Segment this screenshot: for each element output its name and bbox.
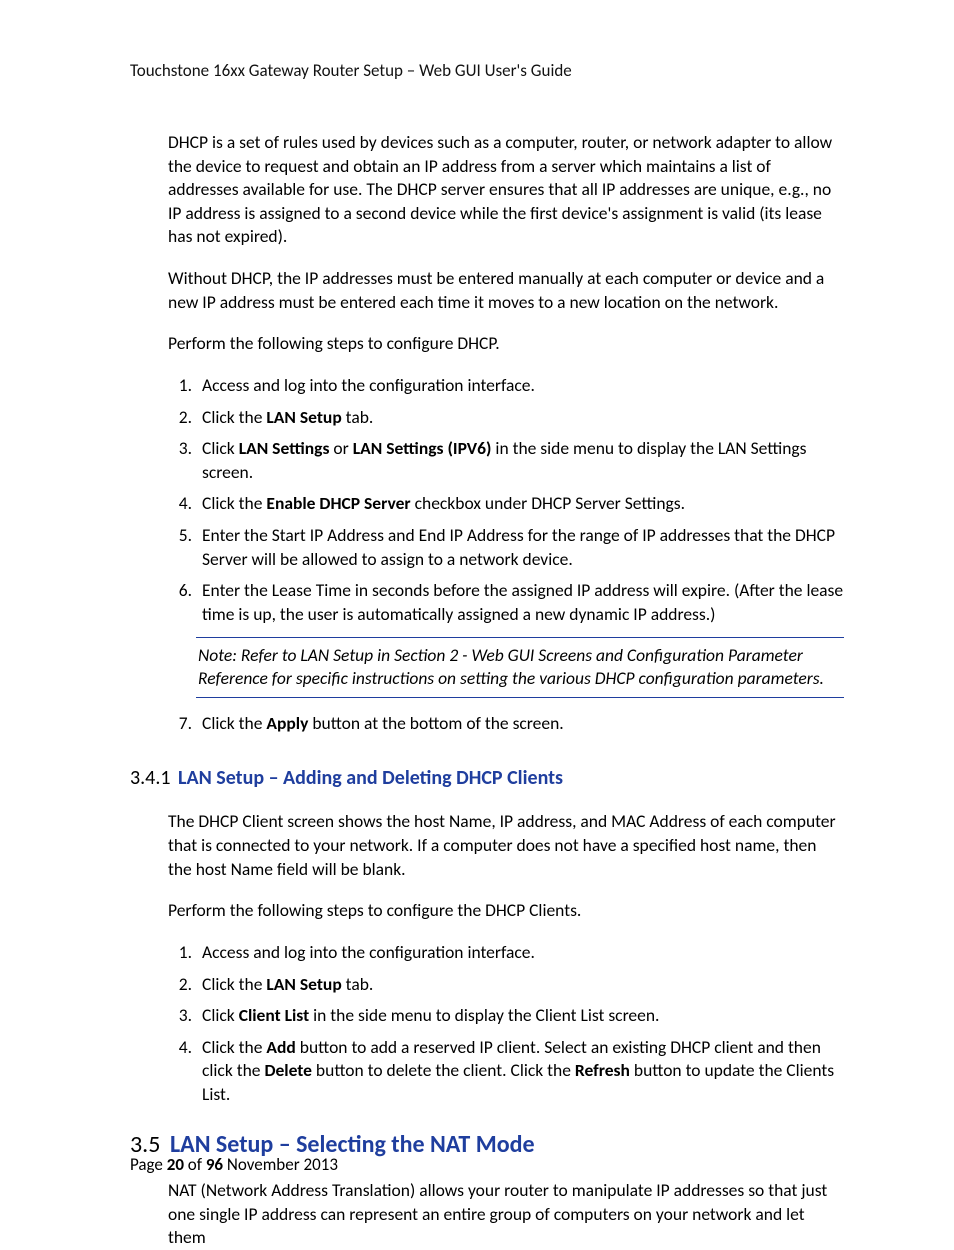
body-text: NAT (Network Address Translation) allows…: [168, 1179, 844, 1250]
list-item: Click Client List in the side menu to di…: [196, 1004, 844, 1028]
list-item: Access and log into the configuration in…: [196, 941, 844, 965]
running-header: Touchstone 16xx Gateway Router Setup – W…: [130, 60, 844, 83]
ordered-list: Click the Apply button at the bottom of …: [168, 712, 844, 736]
ordered-list: Access and log into the configuration in…: [168, 374, 844, 627]
ordered-list: Access and log into the configuration in…: [168, 941, 844, 1107]
list-item: Click LAN Settings or LAN Settings (IPV6…: [196, 437, 844, 484]
paragraph: DHCP is a set of rules used by devices s…: [168, 131, 844, 249]
list-item: Enter the Start IP Address and End IP Ad…: [196, 524, 844, 571]
page-footer: Page 20 of 96 November 2013: [130, 1154, 338, 1177]
body-text: The DHCP Client screen shows the host Na…: [168, 810, 844, 1106]
list-item: Click the Enable DHCP Server checkbox un…: [196, 492, 844, 516]
list-item: Click the LAN Setup tab.: [196, 406, 844, 430]
paragraph: Perform the following steps to configure…: [168, 899, 844, 923]
body-text: DHCP is a set of rules used by devices s…: [168, 131, 844, 736]
heading-3-4-1: 3.4.1LAN Setup – Adding and Deleting DHC…: [130, 765, 844, 792]
paragraph: Without DHCP, the IP addresses must be e…: [168, 267, 844, 314]
paragraph: The DHCP Client screen shows the host Na…: [168, 810, 844, 881]
paragraph: Perform the following steps to configure…: [168, 332, 844, 356]
note-box: Note: Refer to LAN Setup in Section 2 - …: [196, 637, 844, 698]
list-item: Access and log into the configuration in…: [196, 374, 844, 398]
section-number: 3.4.1: [130, 765, 178, 792]
list-item: Click the LAN Setup tab.: [196, 973, 844, 997]
document-page: Touchstone 16xx Gateway Router Setup – W…: [0, 0, 954, 1235]
heading-text: LAN Setup – Adding and Deleting DHCP Cli…: [178, 766, 563, 790]
list-item: Click the Apply button at the bottom of …: [196, 712, 844, 736]
paragraph: NAT (Network Address Translation) allows…: [168, 1179, 844, 1250]
list-item: Click the Add button to add a reserved I…: [196, 1036, 844, 1107]
list-item: Enter the Lease Time in seconds before t…: [196, 579, 844, 626]
